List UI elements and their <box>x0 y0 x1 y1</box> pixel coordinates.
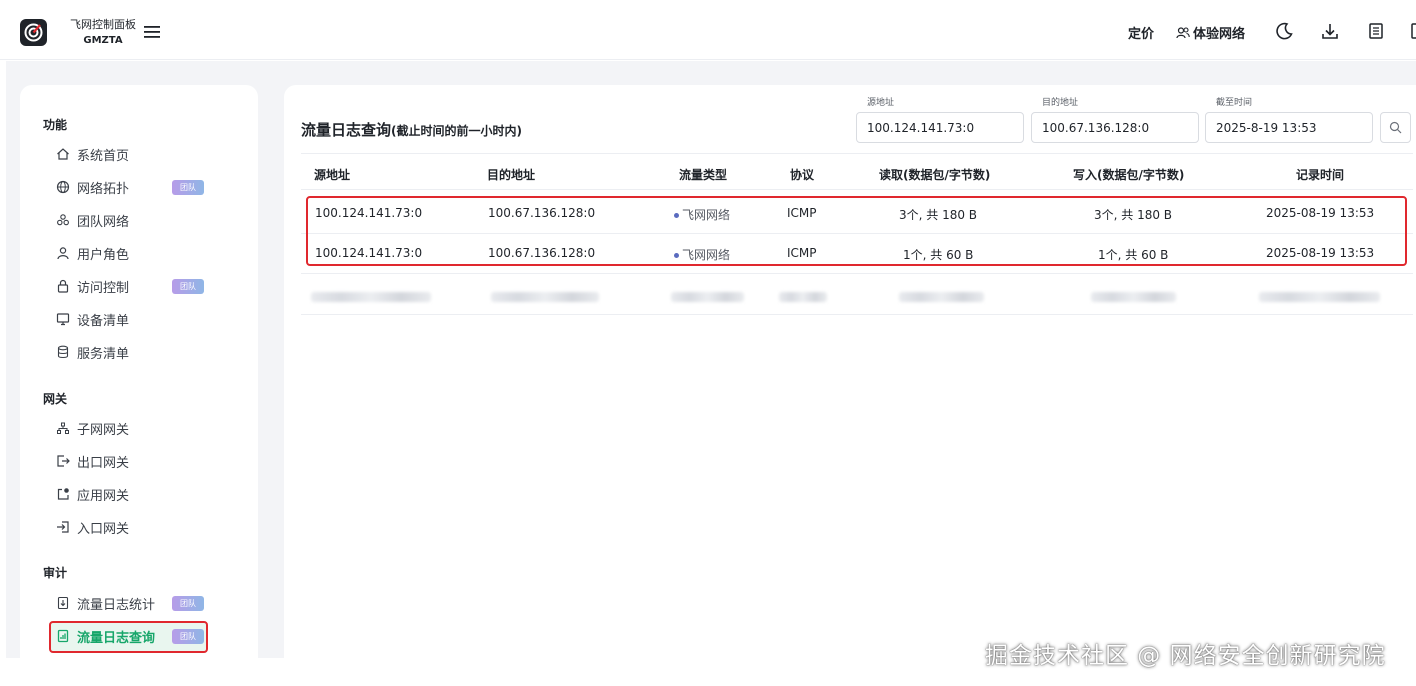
sidebar-item-subnet-gateway[interactable]: 子网网关 <box>56 417 236 439</box>
menu-toggle-button[interactable] <box>143 24 161 40</box>
sidebar-item-team-network[interactable]: 团队网络 <box>56 209 236 231</box>
sidebar-item-access-control[interactable]: 访问控制 <box>56 275 236 297</box>
column-header-type: 流量类型 <box>679 168 728 182</box>
column-header-read: 读取(数据包/字节数) <box>879 168 991 182</box>
panel-icon <box>1411 23 1416 39</box>
end-time-label: 截至时间 <box>1216 98 1253 108</box>
sidebar-item-entry-gateway[interactable]: 入口网关 <box>56 516 236 538</box>
docs-button[interactable] <box>1366 21 1386 41</box>
download-doc-icon <box>57 596 69 610</box>
sidebar-item-traffic-stats[interactable]: 流量日志统计 <box>56 592 236 614</box>
user-icon <box>57 247 69 260</box>
sidebar-item-label: 流量日志查询 <box>77 630 156 646</box>
sidebar-item-label: 应用网关 <box>77 488 130 504</box>
blurred-cell <box>779 292 827 302</box>
column-header-dst: 目的地址 <box>487 168 536 182</box>
sidebar-item-exit-gateway[interactable]: 出口网关 <box>56 450 236 472</box>
src-address-input[interactable] <box>856 112 1024 143</box>
sidebar-item-label: 服务清单 <box>77 346 130 362</box>
database-icon <box>57 345 69 359</box>
blurred-cell <box>671 292 744 302</box>
page-title-main: 流量日志查询 <box>301 121 392 139</box>
download-button[interactable] <box>1320 21 1340 41</box>
users-icon <box>1176 26 1190 38</box>
page-title-sub: (截止时间的前一小时内) <box>391 124 522 138</box>
sidebar-item-label: 设备清单 <box>77 313 130 329</box>
sidebar-item-traffic-query[interactable]: 流量日志查询 <box>56 625 236 647</box>
sidebar-item-label: 团队网络 <box>77 214 130 230</box>
theme-toggle-button[interactable] <box>1274 21 1294 41</box>
blurred-cell <box>1259 292 1380 302</box>
blurred-cell <box>1091 292 1176 302</box>
watermark: 掘金技术社区 @ 网络安全创新研究院 <box>985 643 1386 669</box>
section-title-audit: 审计 <box>43 566 68 580</box>
column-header-time: 记录时间 <box>1296 168 1345 182</box>
sidebar-item-label: 访问控制 <box>77 280 130 296</box>
team-badge: 团队 <box>172 180 204 195</box>
column-header-src: 源地址 <box>314 168 351 182</box>
top-header: 飞网控制面板 GMZTA 定价 体验网络 <box>0 0 1416 60</box>
sidebar-item-topology[interactable]: 网络拓扑 <box>56 176 236 198</box>
rows-highlight-box <box>306 196 1407 266</box>
team-badge: 团队 <box>172 279 204 294</box>
sidebar-item-service-list[interactable]: 服务清单 <box>56 341 236 363</box>
header-divider <box>301 189 1413 190</box>
title-divider <box>301 153 1413 154</box>
chart-doc-icon <box>57 629 69 643</box>
main-panel <box>284 85 1416 675</box>
exit-icon <box>57 455 70 467</box>
subnet-icon <box>57 422 69 434</box>
sidebar-item-label: 入口网关 <box>77 521 130 537</box>
try-network-label: 体验网络 <box>1193 27 1246 42</box>
cluster-icon <box>57 214 69 226</box>
sidebar-item-label: 流量日志统计 <box>77 597 156 613</box>
src-address-label: 源地址 <box>867 98 895 108</box>
app-icon <box>57 488 69 500</box>
pricing-link[interactable]: 定价 <box>1128 23 1154 42</box>
row-divider <box>301 273 1413 274</box>
document-icon <box>1369 23 1383 39</box>
sidebar-item-device-list[interactable]: 设备清单 <box>56 308 236 330</box>
search-button[interactable] <box>1380 112 1411 143</box>
section-title-features: 功能 <box>43 118 68 132</box>
dst-address-label: 目的地址 <box>1042 98 1079 108</box>
end-time-input[interactable] <box>1205 112 1373 143</box>
dst-address-input[interactable] <box>1031 112 1199 143</box>
blurred-cell <box>899 292 984 302</box>
brand: 飞网控制面板 GMZTA <box>58 18 148 48</box>
sidebar-item-home[interactable]: 系统首页 <box>56 143 236 165</box>
page-title: 流量日志查询(截止时间的前一小时内) <box>301 119 522 140</box>
download-icon <box>1322 24 1338 39</box>
team-badge: 团队 <box>172 629 204 644</box>
brand-code: GMZTA <box>83 35 123 46</box>
app-logo[interactable] <box>20 19 47 46</box>
row-divider <box>301 314 1413 315</box>
team-badge: 团队 <box>172 596 204 611</box>
target-logo-icon <box>24 23 43 42</box>
search-icon <box>1389 121 1402 134</box>
brand-name: 飞网控制面板 <box>70 18 136 31</box>
sidebar-item-label: 网络拓扑 <box>77 181 130 197</box>
sidebar-item-user-roles[interactable]: 用户角色 <box>56 242 236 264</box>
globe-icon <box>56 180 70 194</box>
column-header-protocol: 协议 <box>790 168 815 182</box>
sidebar-item-label: 子网网关 <box>77 422 130 438</box>
section-title-gateway: 网关 <box>43 392 68 406</box>
sidebar-item-label: 用户角色 <box>77 247 130 263</box>
sidebar-item-label: 系统首页 <box>77 148 130 164</box>
moon-icon <box>1276 22 1293 40</box>
blurred-cell <box>311 292 431 302</box>
monitor-icon <box>56 313 70 326</box>
lock-icon <box>57 279 69 293</box>
hamburger-icon <box>144 26 160 38</box>
sidebar-item-app-gateway[interactable]: 应用网关 <box>56 483 236 505</box>
entry-icon <box>57 521 69 533</box>
more-button[interactable] <box>1410 21 1416 41</box>
column-header-write: 写入(数据包/字节数) <box>1073 168 1185 182</box>
home-icon <box>57 148 69 160</box>
blurred-cell <box>491 292 599 302</box>
sidebar <box>20 85 258 675</box>
try-network-link[interactable]: 体验网络 <box>1176 23 1245 42</box>
sidebar-item-label: 出口网关 <box>77 455 130 471</box>
